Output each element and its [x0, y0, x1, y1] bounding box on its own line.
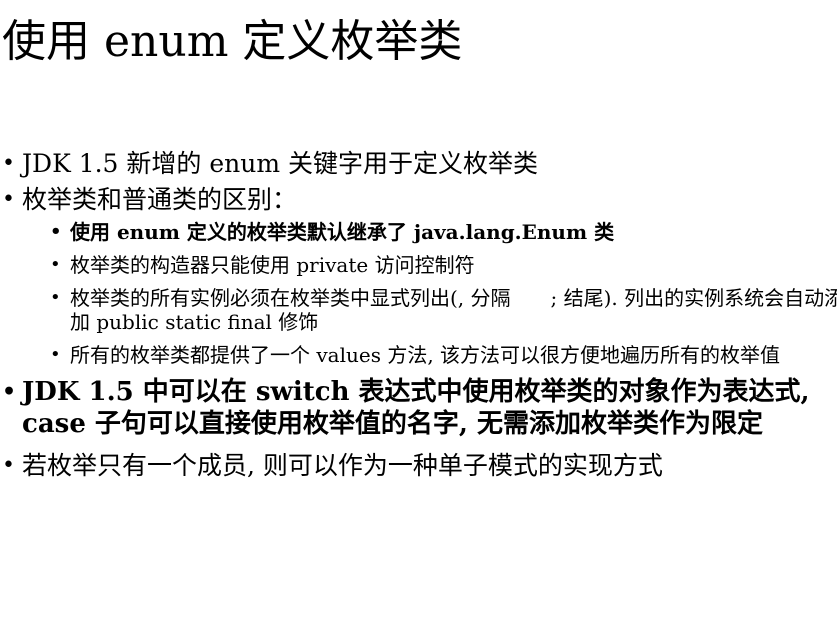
- bullet-dot-icon: •: [50, 221, 62, 242]
- sub-list-item-text: 所有的枚举类都提供了一个 values 方法, 该方法可以很方便地遍历所有的枚举…: [70, 343, 781, 367]
- bullet-dot-icon: •: [50, 287, 61, 308]
- sub-list-item: • 所有的枚举类都提供了一个 values 方法, 该方法可以很方便地遍历所有的…: [22, 343, 837, 367]
- sub-list-item-text: 枚举类的构造器只能使用 private 访问控制符: [70, 253, 475, 277]
- slide: 使用 enum 定义枚举类 • JDK 1.5 新增的 enum 关键字用于定义…: [0, 0, 837, 624]
- bullet-dot-icon: •: [2, 453, 15, 478]
- bullet-dot-icon: •: [2, 379, 17, 405]
- sub-list-item: • 枚举类的构造器只能使用 private 访问控制符: [22, 253, 837, 277]
- bullet-dot-icon: •: [2, 187, 15, 212]
- bullet-list: • JDK 1.5 新增的 enum 关键字用于定义枚举类 • 枚举类和普通类的…: [0, 148, 837, 486]
- list-item: • 枚举类和普通类的区别： • 使用 enum 定义的枚举类默认继承了 java…: [0, 184, 837, 367]
- list-item-text: JDK 1.5 新增的 enum 关键字用于定义枚举类: [22, 149, 538, 178]
- list-item-text: 若枚举只有一个成员, 则可以作为一种单子模式的实现方式: [22, 451, 663, 480]
- bullet-dot-icon: •: [2, 151, 15, 176]
- sub-bullet-list: • 使用 enum 定义的枚举类默认继承了 java.lang.Enum 类 •…: [22, 220, 837, 367]
- list-item: • JDK 1.5 中可以在 switch 表达式中使用枚举类的对象作为表达式,…: [0, 376, 830, 440]
- bullet-dot-icon: •: [50, 254, 61, 275]
- sub-list-item-text: 枚举类的所有实例必须在枚举类中显式列出(, 分隔 ; 结尾). 列出的实例系统会…: [70, 286, 837, 334]
- list-item: • JDK 1.5 新增的 enum 关键字用于定义枚举类: [0, 148, 830, 180]
- sub-list-item: • 使用 enum 定义的枚举类默认继承了 java.lang.Enum 类: [22, 220, 837, 244]
- slide-title: 使用 enum 定义枚举类: [2, 16, 463, 67]
- list-item: • 若枚举只有一个成员, 则可以作为一种单子模式的实现方式: [0, 450, 830, 482]
- list-item-text: JDK 1.5 中可以在 switch 表达式中使用枚举类的对象作为表达式, c…: [22, 377, 810, 439]
- bullet-dot-icon: •: [50, 344, 61, 365]
- sub-list-item: • 枚举类的所有实例必须在枚举类中显式列出(, 分隔 ; 结尾). 列出的实例系…: [22, 286, 837, 334]
- sub-list-item-text: 使用 enum 定义的枚举类默认继承了 java.lang.Enum 类: [70, 220, 615, 244]
- list-item-text: 枚举类和普通类的区别：: [22, 185, 298, 214]
